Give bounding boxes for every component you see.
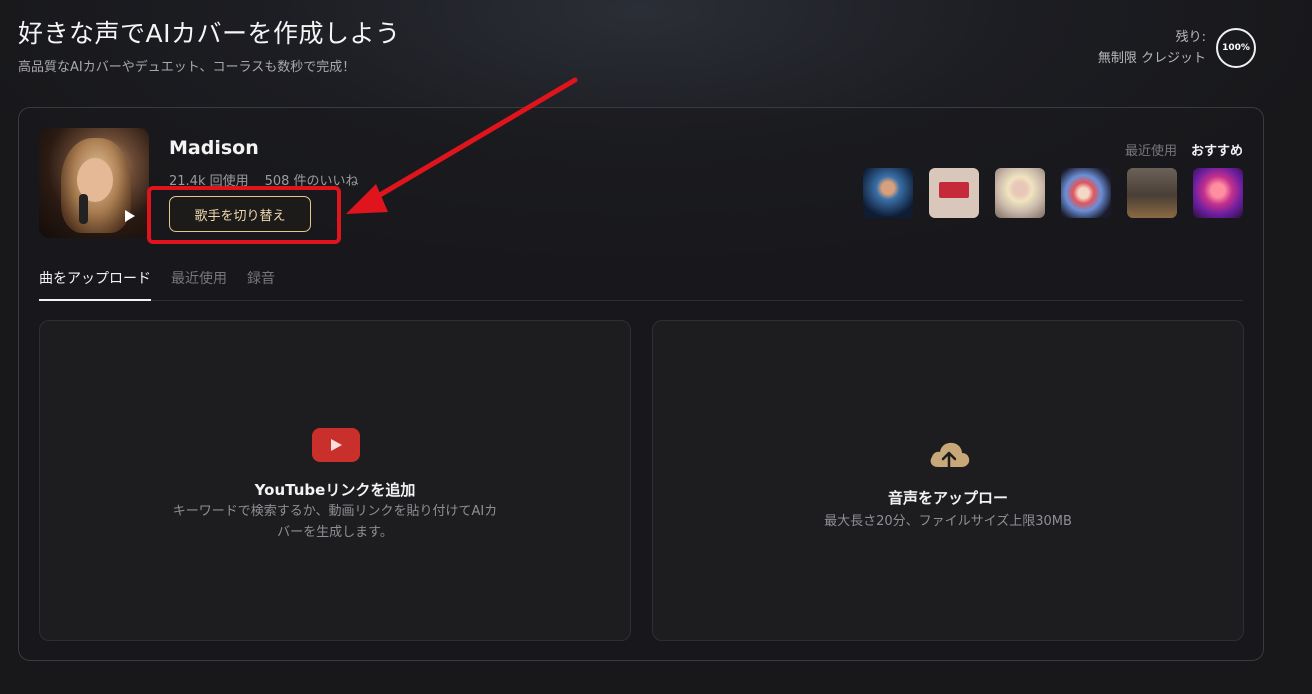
- remaining-label: 残り:: [1175, 30, 1206, 45]
- upload-tabs: 曲をアップロード 最近使用 録音: [39, 268, 1243, 301]
- singer-thumbnail[interactable]: [929, 168, 979, 218]
- page-subtitle: 高品質なAIカバーやデュエット、コーラスも数秒で完成！: [18, 60, 356, 75]
- switch-singer-button[interactable]: 歌手を切り替え: [169, 196, 311, 232]
- singer-name: Madison: [169, 137, 259, 159]
- singer-thumbnail[interactable]: [863, 168, 913, 218]
- avatar-microphone: [79, 194, 88, 224]
- play-icon[interactable]: [125, 210, 135, 222]
- youtube-icon: [312, 428, 360, 462]
- credit-percent: 100%: [1222, 43, 1250, 53]
- singer-thumbnail[interactable]: [1193, 168, 1243, 218]
- youtube-link-card[interactable]: YouTubeリンクを追加 キーワードで検索するか、動画リンクを貼り付けてAIカ…: [39, 320, 631, 641]
- singer-avatar[interactable]: [39, 128, 149, 238]
- youtube-card-title: YouTubeリンクを追加: [254, 481, 416, 499]
- audio-card-title: 音声をアップロー: [887, 489, 1008, 507]
- audio-card-desc: 最大長さ20分、ファイルサイズ上限30MB: [824, 514, 1072, 529]
- credit-progress-ring: 100%: [1216, 28, 1256, 68]
- credits-info: 残り: 無制限 クレジット: [1098, 27, 1206, 69]
- tab-recent-songs[interactable]: 最近使用: [171, 268, 227, 288]
- singer-tabs: 最近使用 おすすめ: [1111, 140, 1243, 159]
- singer-thumbnails: [863, 168, 1243, 218]
- tab-record[interactable]: 録音: [247, 268, 275, 288]
- page-title: 好きな声でAIカバーを作成しよう: [18, 19, 401, 48]
- singer-thumbnail[interactable]: [995, 168, 1045, 218]
- credit-label: 無制限 クレジット: [1097, 51, 1206, 66]
- singer-thumbnail[interactable]: [1061, 168, 1111, 218]
- tab-upload-song[interactable]: 曲をアップロード: [39, 268, 151, 301]
- youtube-card-desc: キーワードで検索するか、動画リンクを貼り付けてAIカバーを生成します。: [172, 504, 498, 540]
- audio-upload-card[interactable]: 音声をアップロー 最大長さ20分、ファイルサイズ上限30MB: [652, 320, 1244, 641]
- cover-panel: Madison 21.4k 回使用 508 件のいいね 歌手を切り替え 最近使用お…: [18, 107, 1264, 661]
- tab-recent-singers[interactable]: 最近使用: [1125, 144, 1177, 159]
- singer-thumbnail[interactable]: [1127, 168, 1177, 218]
- tab-recommended[interactable]: おすすめ: [1191, 144, 1243, 159]
- cloud-upload-icon: [930, 442, 970, 473]
